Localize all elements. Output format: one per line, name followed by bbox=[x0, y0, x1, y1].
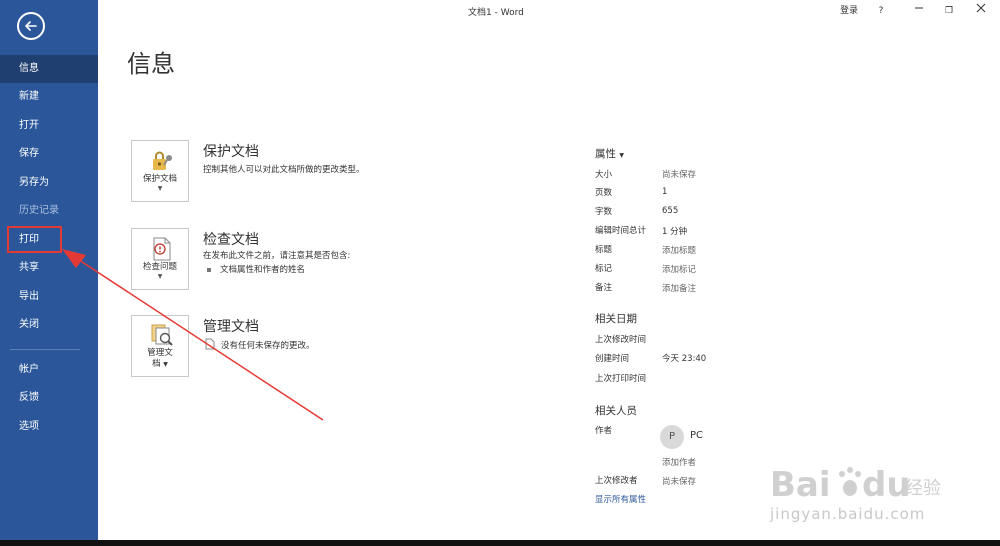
svg-text:Bai: Bai bbox=[770, 465, 831, 505]
taskbar-strip bbox=[0, 540, 1000, 546]
watermark-url: jingyan.baidu.com bbox=[770, 505, 926, 523]
baidu-watermark-logo: Bai du 经验 bbox=[770, 465, 941, 505]
svg-text:经验: 经验 bbox=[905, 478, 941, 499]
svg-text:du: du bbox=[862, 465, 911, 505]
